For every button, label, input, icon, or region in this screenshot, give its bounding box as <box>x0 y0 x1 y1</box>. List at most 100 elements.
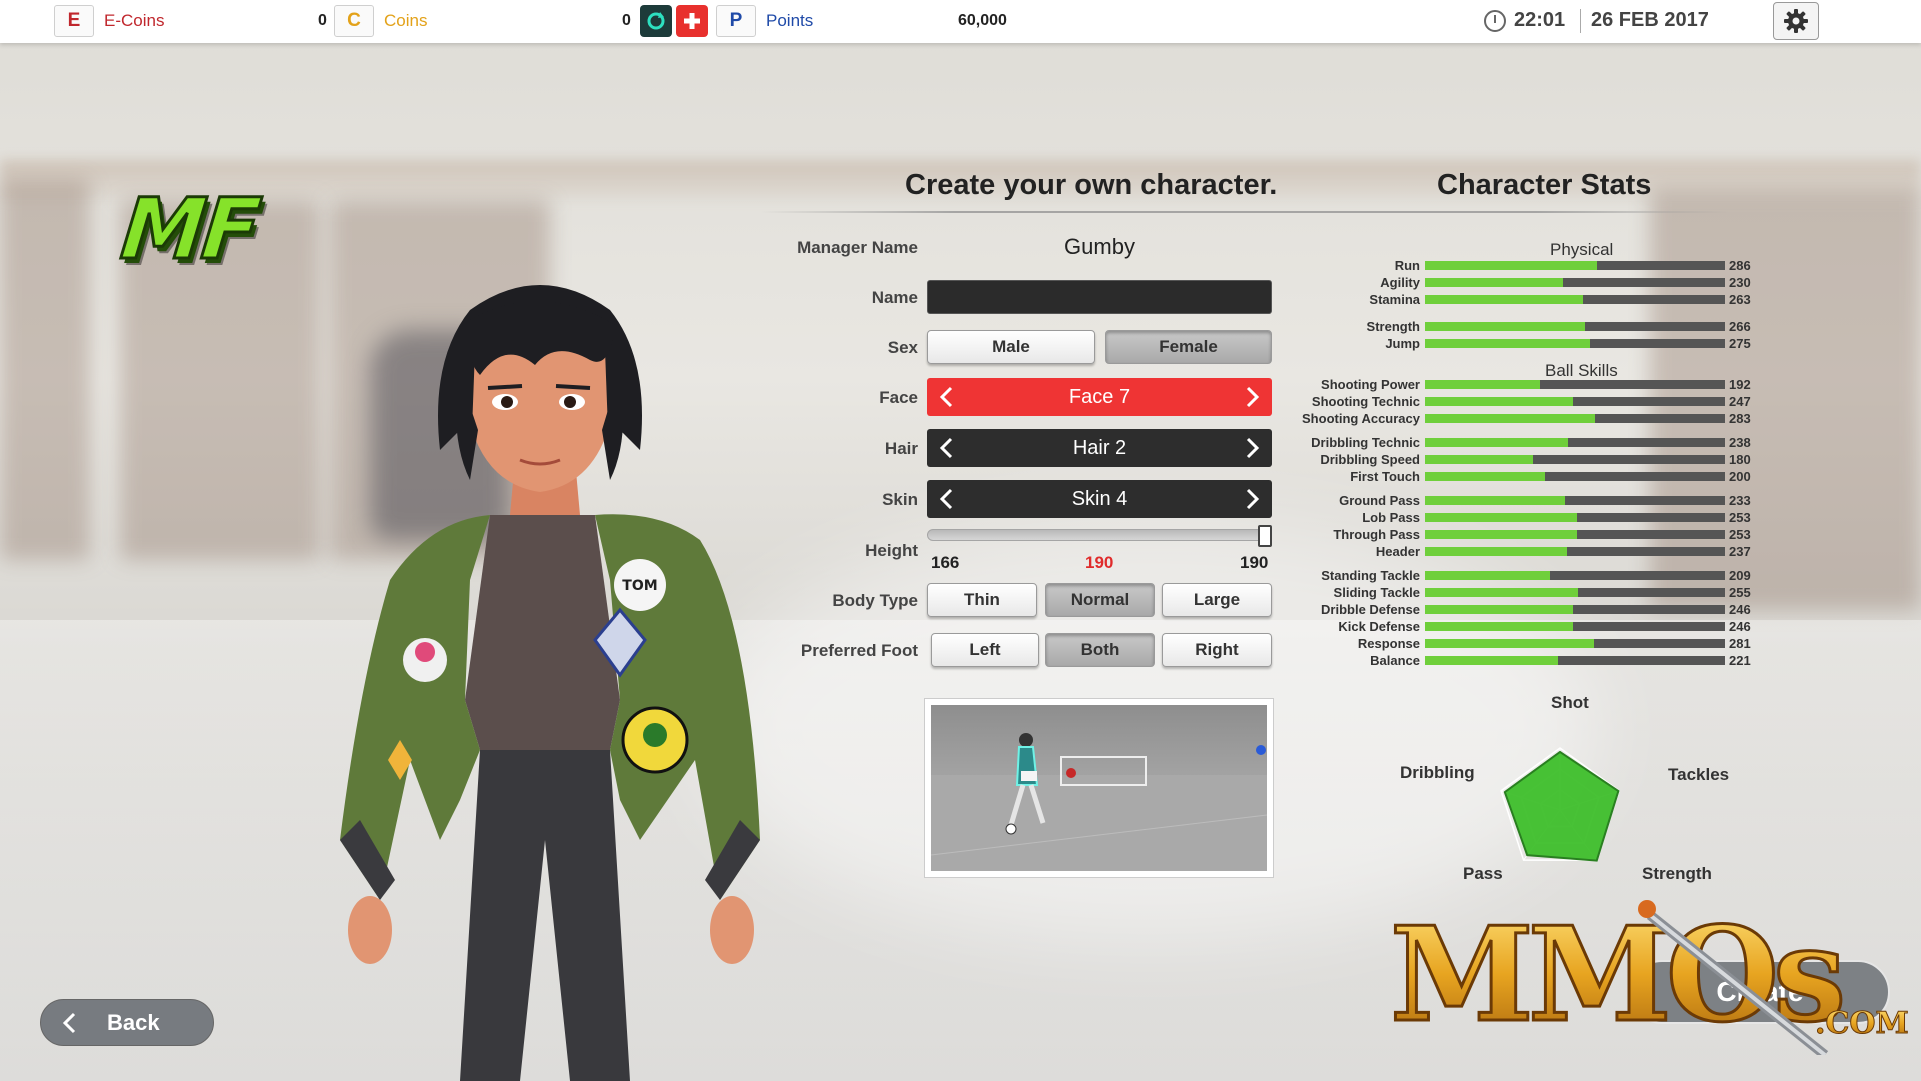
stat-value: 180 <box>1729 452 1751 467</box>
points-display: P Points <box>716 5 813 37</box>
points-value: 60,000 <box>958 12 1007 29</box>
stat-bar <box>1425 414 1725 423</box>
stat-label: Run <box>1394 258 1420 273</box>
face-next-button[interactable] <box>1234 378 1272 416</box>
stat-group-title: Physical <box>1550 240 1614 259</box>
create-title: Create your own character. <box>905 169 1278 201</box>
stat-bar <box>1425 605 1725 614</box>
name-label: Name <box>871 288 918 307</box>
character-model: TOM <box>340 285 760 1081</box>
skin-next-button[interactable] <box>1234 480 1272 518</box>
coins-label: Coins <box>384 11 428 30</box>
radar-value-shape <box>1503 750 1620 862</box>
svg-text:.COM: .COM <box>1815 1006 1909 1041</box>
hair-value: Hair 2 <box>1072 436 1127 459</box>
skin-prev-button[interactable] <box>927 480 965 518</box>
height-slider[interactable] <box>927 529 1272 541</box>
hair-prev-button[interactable] <box>927 429 965 467</box>
stat-value: 286 <box>1729 258 1751 273</box>
points-icon: P <box>716 5 756 37</box>
stat-label: Lob Pass <box>1362 510 1420 525</box>
stat-bar <box>1425 339 1725 348</box>
ecoins-value: 0 <box>318 12 327 29</box>
stat-value: 237 <box>1729 544 1751 559</box>
face-selector: Face 7 <box>927 378 1272 416</box>
ecoins-label: E-Coins <box>104 11 165 30</box>
clock-icon <box>1484 10 1506 32</box>
stat-value: 247 <box>1729 394 1751 409</box>
body-large-button[interactable]: Large <box>1162 583 1272 617</box>
stat-bar <box>1425 278 1725 287</box>
stat-value: 253 <box>1729 510 1751 525</box>
refresh-icon[interactable] <box>640 5 672 37</box>
stat-value: 275 <box>1729 336 1751 351</box>
stat-bar <box>1425 547 1725 556</box>
sex-label: Sex <box>887 338 918 357</box>
height-min: 166 <box>931 553 960 572</box>
stat-bar-fill <box>1425 261 1597 270</box>
face-prev-button[interactable] <box>927 378 965 416</box>
stat-bar-fill <box>1425 455 1533 464</box>
stat-bar-fill <box>1425 414 1595 423</box>
stat-bar-fill <box>1425 530 1577 539</box>
ecoins-display: E E-Coins <box>54 5 164 37</box>
hair-label: Hair <box>884 439 918 458</box>
height-slider-handle[interactable] <box>1258 525 1272 547</box>
gear-icon <box>1784 9 1808 33</box>
stat-label: Through Pass <box>1333 527 1420 542</box>
stat-bar <box>1425 588 1725 597</box>
stat-label: Header <box>1375 544 1420 559</box>
body-thin-button[interactable]: Thin <box>927 583 1037 617</box>
coins-value: 0 <box>622 12 631 29</box>
settings-button[interactable] <box>1773 2 1819 40</box>
back-button[interactable]: Back <box>40 999 214 1046</box>
radar-label-strength: Strength <box>1642 864 1712 883</box>
name-input[interactable] <box>927 280 1272 314</box>
stat-bar-fill <box>1425 438 1568 447</box>
stat-value: 221 <box>1729 653 1751 668</box>
stat-label: Dribbling Technic <box>1311 435 1420 450</box>
stat-label: Dribbling Speed <box>1320 452 1420 467</box>
stat-bar-fill <box>1425 322 1585 331</box>
chevron-left-icon <box>62 1012 76 1033</box>
stat-bar-fill <box>1425 605 1573 614</box>
coins-icon: C <box>334 5 374 37</box>
height-label: Height <box>865 541 918 560</box>
game-date: 26 FEB 2017 <box>1591 9 1709 31</box>
face-label: Face <box>879 388 918 407</box>
stat-bar <box>1425 438 1725 447</box>
radar-label-shot: Shot <box>1551 693 1589 712</box>
stat-value: 253 <box>1729 527 1751 542</box>
add-currency-icon[interactable] <box>676 5 708 37</box>
foot-both-button[interactable]: Both <box>1045 633 1155 667</box>
stat-label: Shooting Accuracy <box>1302 411 1420 426</box>
sex-male-button[interactable]: Male <box>927 330 1095 364</box>
body-normal-button[interactable]: Normal <box>1045 583 1155 617</box>
stat-bar-fill <box>1425 513 1577 522</box>
radar-label-dribbling: Dribbling <box>1400 763 1475 782</box>
chevron-left-icon <box>939 488 953 510</box>
stat-bar <box>1425 530 1725 539</box>
stat-bar <box>1425 513 1725 522</box>
stat-bar-fill <box>1425 547 1568 556</box>
game-time: 22:01 <box>1514 9 1566 31</box>
foot-right-button[interactable]: Right <box>1162 633 1272 667</box>
stat-value: 263 <box>1729 292 1751 307</box>
chevron-left-icon <box>939 386 953 408</box>
chevron-left-icon <box>939 437 953 459</box>
chevron-right-icon <box>1246 437 1260 459</box>
stat-bar-fill <box>1425 339 1590 348</box>
stat-value: 238 <box>1729 435 1751 450</box>
stat-label: Kick Defense <box>1338 619 1420 634</box>
stat-bar <box>1425 322 1725 331</box>
stat-label: Agility <box>1380 275 1420 290</box>
stat-bar <box>1425 295 1725 304</box>
stat-value: 281 <box>1729 636 1751 651</box>
stat-bar <box>1425 455 1725 464</box>
preferred-foot-label: Preferred Foot <box>800 641 918 660</box>
skin-value: Skin 4 <box>1071 487 1128 510</box>
currency-top-bar: E E-Coins 0 C Coins 0 P Points 60,000 22… <box>0 0 1921 43</box>
hair-next-button[interactable] <box>1234 429 1272 467</box>
foot-left-button[interactable]: Left <box>931 633 1039 667</box>
sex-female-button[interactable]: Female <box>1105 330 1272 364</box>
